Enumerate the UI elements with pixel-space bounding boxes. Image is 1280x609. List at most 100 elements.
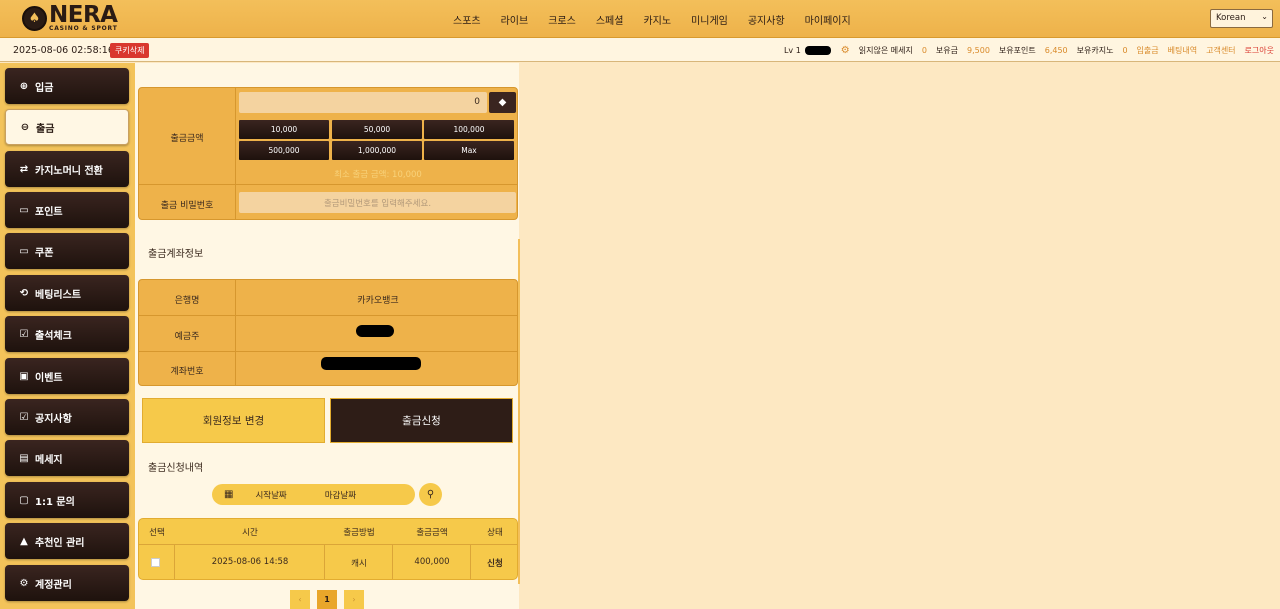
pagination-page-1[interactable]: 1 [317,590,337,609]
chevron-down-icon: ⌄ [1261,12,1268,21]
amount-500000-button[interactable]: 500,000 [239,141,329,160]
amount-100000-button[interactable]: 100,000 [424,120,514,139]
sidebar-item-label: 입금 [35,82,54,94]
amount-input[interactable]: 0 [239,92,487,113]
sidebar: ⊕ 입금 ⊖ 출금 ⇄ 카지노머니 전환 ▭ 포인트 ▭ 쿠폰 ⟲ 베팅리스트 ☑ 출석체크 … [0,63,135,609]
account-number-label: 계좌번호 [170,367,204,377]
spade-icon: ♠ [22,5,47,31]
sidebar-item-casino-exchange[interactable]: ⇄ 카지노머니 전환 [5,151,129,187]
amount-max-button[interactable]: Max [424,141,514,160]
panel-edge [518,239,520,584]
balance-value: 9,500 [967,46,990,55]
sidebar-item-account[interactable]: ⚙ 계정관리 [5,565,129,601]
ticket-icon: ▭ [19,204,29,216]
minus-circle-icon: ⊖ [20,121,30,133]
nav-cross[interactable]: 크로스 [548,12,576,27]
redacted-account-number [321,357,421,370]
user-info: Lv 1 ⚙ 읽지않은 메세지 0 보유금 9,500 보유포인트 6,450 … [780,45,1274,56]
points-value: 6,450 [1044,46,1068,55]
nav-minigame[interactable]: 미니게임 [691,12,728,27]
eraser-icon[interactable]: ◆ [489,92,516,113]
start-date-field[interactable]: 시작날짜 [255,489,286,501]
amount-50000-button[interactable]: 50,000 [332,120,422,139]
logo-subtitle: CASINO & SPORT [49,25,118,32]
support-link[interactable]: 고객센터 [1206,45,1235,56]
sidebar-item-coupon[interactable]: ▭ 쿠폰 [5,233,129,269]
sidebar-item-label: 출금 [36,123,55,135]
col-amount: 출금금액 [416,528,448,538]
sidebar-item-points[interactable]: ▭ 포인트 [5,192,129,228]
sidebar-item-label: 쿠폰 [35,247,54,259]
sidebar-item-label: 메세지 [35,454,63,466]
bank-label: 은행명 [174,296,200,306]
thumbs-up-icon: ▲ [20,535,28,547]
clipboard-check-icon: ☑ [19,411,29,423]
language-select[interactable]: Korean ⌄ [1210,9,1273,28]
sidebar-item-inquiry[interactable]: ▢ 1:1 문의 [5,482,129,518]
holder-label: 예금주 [174,332,200,342]
account-section-title: 출금계좌정보 [148,249,204,260]
row-amount: 400,000 [414,557,450,567]
clear-cookie-button[interactable]: 쿠키삭제 [110,43,150,58]
sidebar-item-attendance[interactable]: ☑ 출석체크 [5,316,129,352]
gear-icon: ⚙ [19,577,29,589]
sidebar-item-message[interactable]: ▤ 메세지 [5,440,129,476]
nav-casino[interactable]: 카지노 [643,12,671,27]
plus-circle-icon: ⊕ [19,80,29,92]
main-panel: 출금금액 0 ◆ 10,000 50,000 100,000 500,000 1… [135,63,520,609]
sidebar-item-referral[interactable]: ▲ 추천인 관리 [5,523,129,559]
sidebar-item-label: 추천인 관리 [35,537,85,549]
sidebar-item-event[interactable]: ▣ 이벤트 [5,358,129,394]
pagination-next[interactable]: › [344,590,364,609]
search-icon[interactable]: ⚲ [419,483,442,506]
logout-link[interactable]: 로그아웃 [1245,45,1274,56]
redacted-username [804,46,831,55]
row-time: 2025-08-06 14:58 [211,557,289,567]
nav-sports[interactable]: 스포츠 [453,12,481,27]
sidebar-item-label: 1:1 문의 [35,496,75,508]
message-icon: ▤ [19,452,29,464]
logo-name: NERA [49,2,118,28]
nav-notice[interactable]: 공지사항 [748,12,785,27]
amount-10000-button[interactable]: 10,000 [239,120,329,139]
sidebar-item-label: 베팅리스트 [35,289,81,301]
nav-special[interactable]: 스페셜 [596,12,624,27]
calendar-icon: ▦ [224,489,234,500]
nav-mypage[interactable]: 마이페이지 [805,12,851,27]
gear-icon[interactable]: ⚙ [841,45,850,56]
password-label: 출금 비밀번호 [160,201,214,211]
sidebar-item-label: 포인트 [35,206,63,218]
sidebar-item-betting-list[interactable]: ⟲ 베팅리스트 [5,275,129,311]
request-withdraw-button[interactable]: 출금신청 [330,398,513,443]
language-value: Korean [1216,13,1246,23]
calendar-check-icon: ☑ [19,328,29,340]
betting-history-link[interactable]: 베팅내역 [1168,45,1197,56]
account-info: 은행명 카카오뱅크 예금주 계좌번호 [138,279,518,386]
sidebar-item-deposit[interactable]: ⊕ 입금 [5,68,129,104]
sidebar-item-label: 계정관리 [35,579,72,591]
bank-value: 카카오뱅크 [357,296,399,306]
unread-label[interactable]: 읽지않은 메세지 [859,45,913,56]
sidebar-item-notice[interactable]: ☑ 공지사항 [5,399,129,435]
nav-live[interactable]: 라이브 [501,12,529,27]
password-input[interactable]: 출금비밀번호를 입력해주세요. [239,192,516,213]
amount-label: 출금금액 [170,134,204,144]
sidebar-item-label: 출석체크 [35,330,72,342]
deposit-withdraw-link[interactable]: 입출금 [1137,45,1159,56]
sidebar-item-label: 공지사항 [35,413,72,425]
site-logo[interactable]: ♠ NERA CASINO & SPORT [22,4,118,32]
sidebar-item-label: 카지노머니 전환 [35,165,103,177]
edit-profile-button[interactable]: 회원정보 변경 [142,398,325,443]
history-table: 선택 시간 출금방법 출금금액 상태 2025-08-06 14:58 캐시 4… [138,518,518,580]
sidebar-item-withdraw[interactable]: ⊖ 출금 [5,109,129,145]
gift-icon: ▣ [19,370,29,382]
date-range-picker[interactable]: ▦ 시작날짜 마감날짜 [212,484,415,505]
end-date-field[interactable]: 마감날짜 [325,489,356,501]
row-checkbox[interactable] [151,558,160,567]
balance-label: 보유금 [935,46,959,55]
amount-1000000-button[interactable]: 1,000,000 [332,141,422,160]
pagination-prev[interactable]: ‹ [290,590,310,609]
points-label: 보유포인트 [998,46,1036,55]
history-section-title: 출금신청내역 [148,463,204,474]
user-level: Lv 1 [783,46,801,55]
